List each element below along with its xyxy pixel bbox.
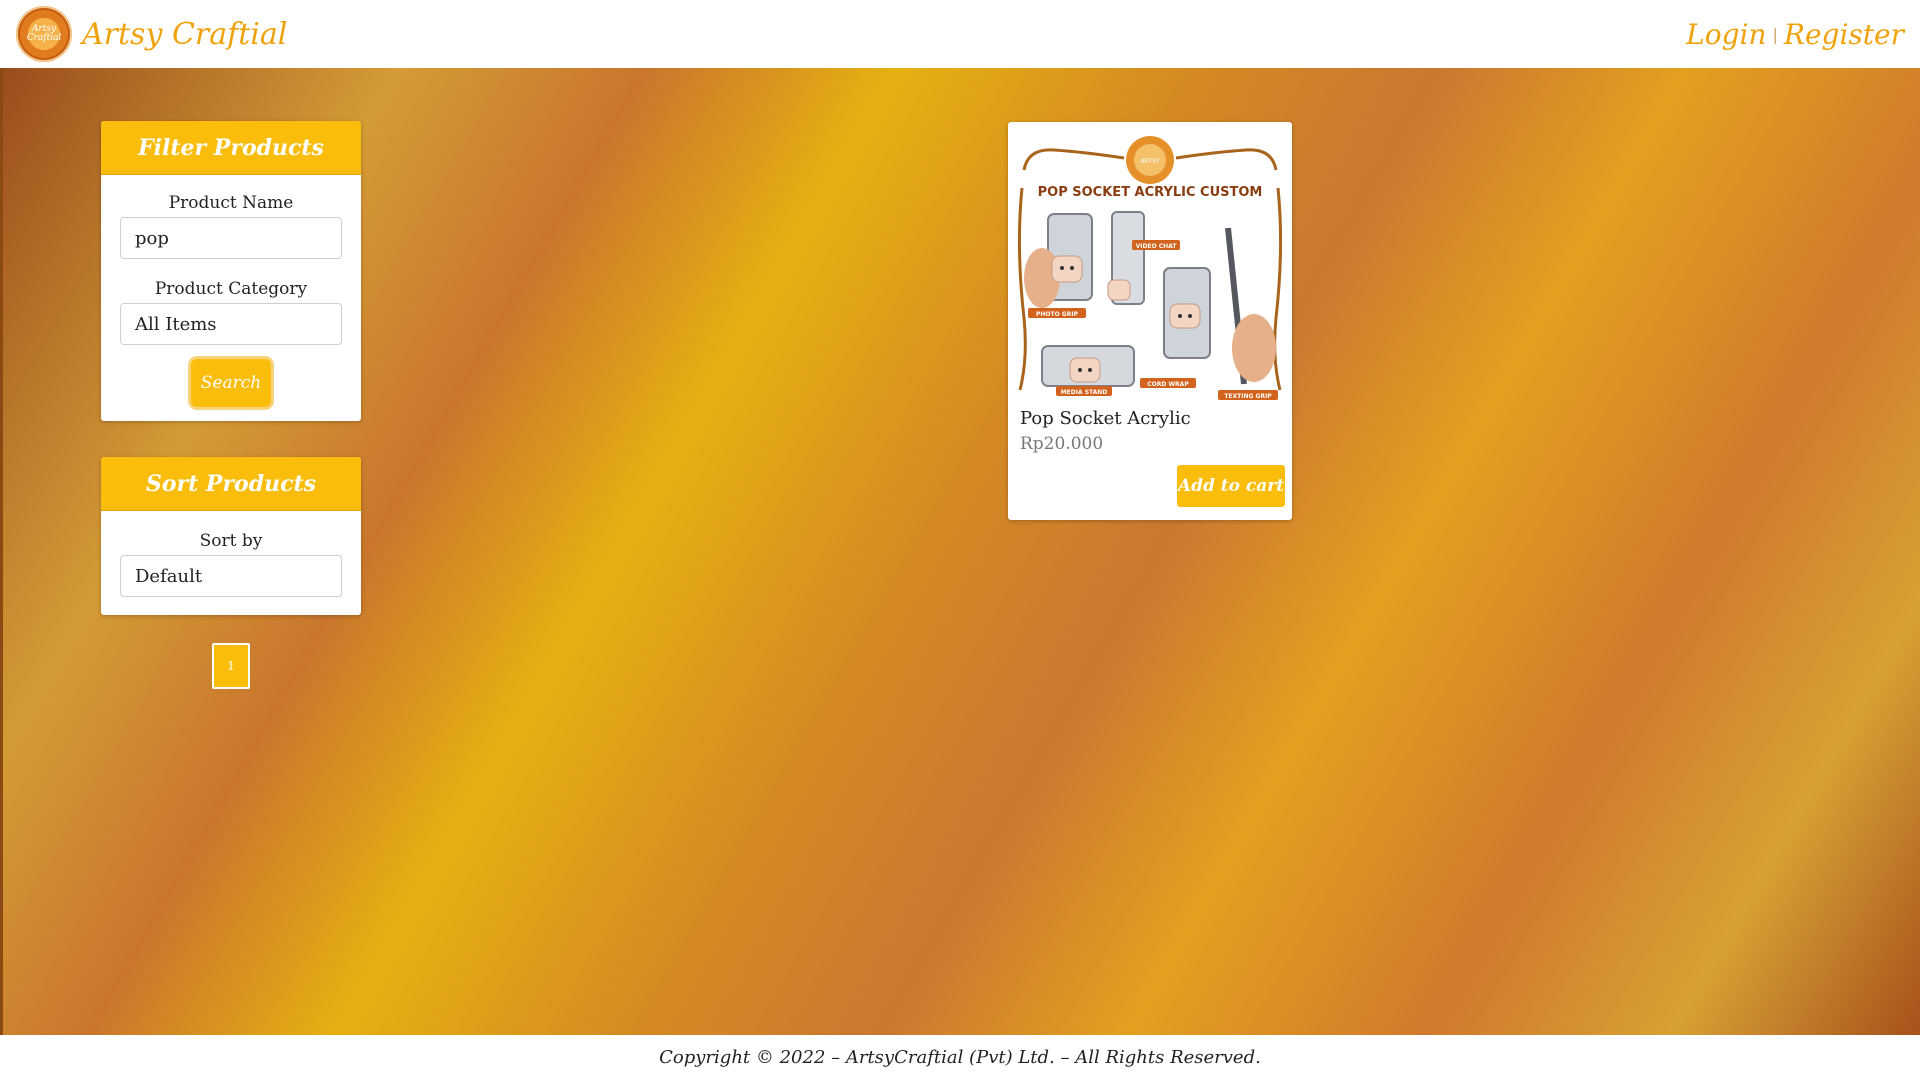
- svg-text:ARTSY: ARTSY: [1141, 158, 1160, 165]
- image-tag-2: PHOTO GRIP: [1036, 311, 1079, 318]
- login-link[interactable]: Login: [1686, 18, 1766, 51]
- search-button[interactable]: Search: [191, 359, 271, 407]
- footer: Copyright © 2022 – ArtsyCraftial (Pvt) L…: [0, 1035, 1920, 1080]
- footer-copyright: Copyright © 2022 – ArtsyCraftial (Pvt) L…: [659, 1047, 1261, 1068]
- sort-panel: Sort Products Sort by Default: [101, 457, 361, 615]
- add-to-cart-button[interactable]: Add to cart: [1177, 465, 1285, 507]
- brand-name[interactable]: Artsy Craftial: [82, 17, 287, 52]
- filter-panel: Filter Products Product Name pop Product…: [101, 121, 361, 421]
- brand[interactable]: Artsy Craftial Artsy Craftial: [16, 6, 287, 62]
- auth-links: Login | Register: [1686, 18, 1904, 51]
- product-price: Rp20.000: [1020, 434, 1104, 454]
- image-tag-3: MEDIA STAND: [1061, 389, 1108, 396]
- filter-panel-title: Filter Products: [138, 134, 324, 161]
- filter-panel-body: Product Name pop Product Category All It…: [101, 175, 361, 421]
- logo-icon[interactable]: Artsy Craftial: [16, 6, 72, 62]
- top-navbar: Artsy Craftial Artsy Craftial Login | Re…: [0, 0, 1920, 68]
- register-link[interactable]: Register: [1784, 18, 1904, 51]
- sort-panel-body: Sort by Default: [101, 511, 361, 615]
- product-name-input[interactable]: pop: [120, 217, 342, 259]
- image-tag-4: CORD WRAP: [1147, 381, 1189, 388]
- product-image-heading: POP SOCKET ACRYLIC CUSTOM: [1038, 185, 1263, 200]
- sort-by-label: Sort by: [199, 531, 263, 551]
- product-name[interactable]: Pop Socket Acrylic: [1020, 408, 1191, 429]
- sort-panel-header: Sort Products: [101, 457, 361, 511]
- product-card: ARTSY POP SOCKET ACRYLIC CUSTOM VIDEO CH…: [1008, 122, 1292, 520]
- main-content: Filter Products Product Name pop Product…: [0, 68, 1920, 1035]
- image-tag-5: TEXTING GRIP: [1224, 393, 1272, 400]
- product-category-select[interactable]: All Items: [120, 303, 342, 345]
- sort-by-select[interactable]: Default: [120, 555, 342, 597]
- product-name-label: Product Name: [168, 193, 294, 213]
- filter-panel-header: Filter Products: [101, 121, 361, 175]
- product-category-label: Product Category: [154, 279, 308, 299]
- image-tag-1: VIDEO CHAT: [1136, 243, 1178, 250]
- product-image[interactable]: ARTSY POP SOCKET ACRYLIC CUSTOM VIDEO CH…: [1014, 128, 1286, 402]
- logo-text: Artsy Craftial: [26, 24, 62, 43]
- page-button-1[interactable]: 1: [212, 643, 250, 689]
- auth-separator: |: [1772, 24, 1778, 44]
- sort-panel-title: Sort Products: [145, 470, 317, 497]
